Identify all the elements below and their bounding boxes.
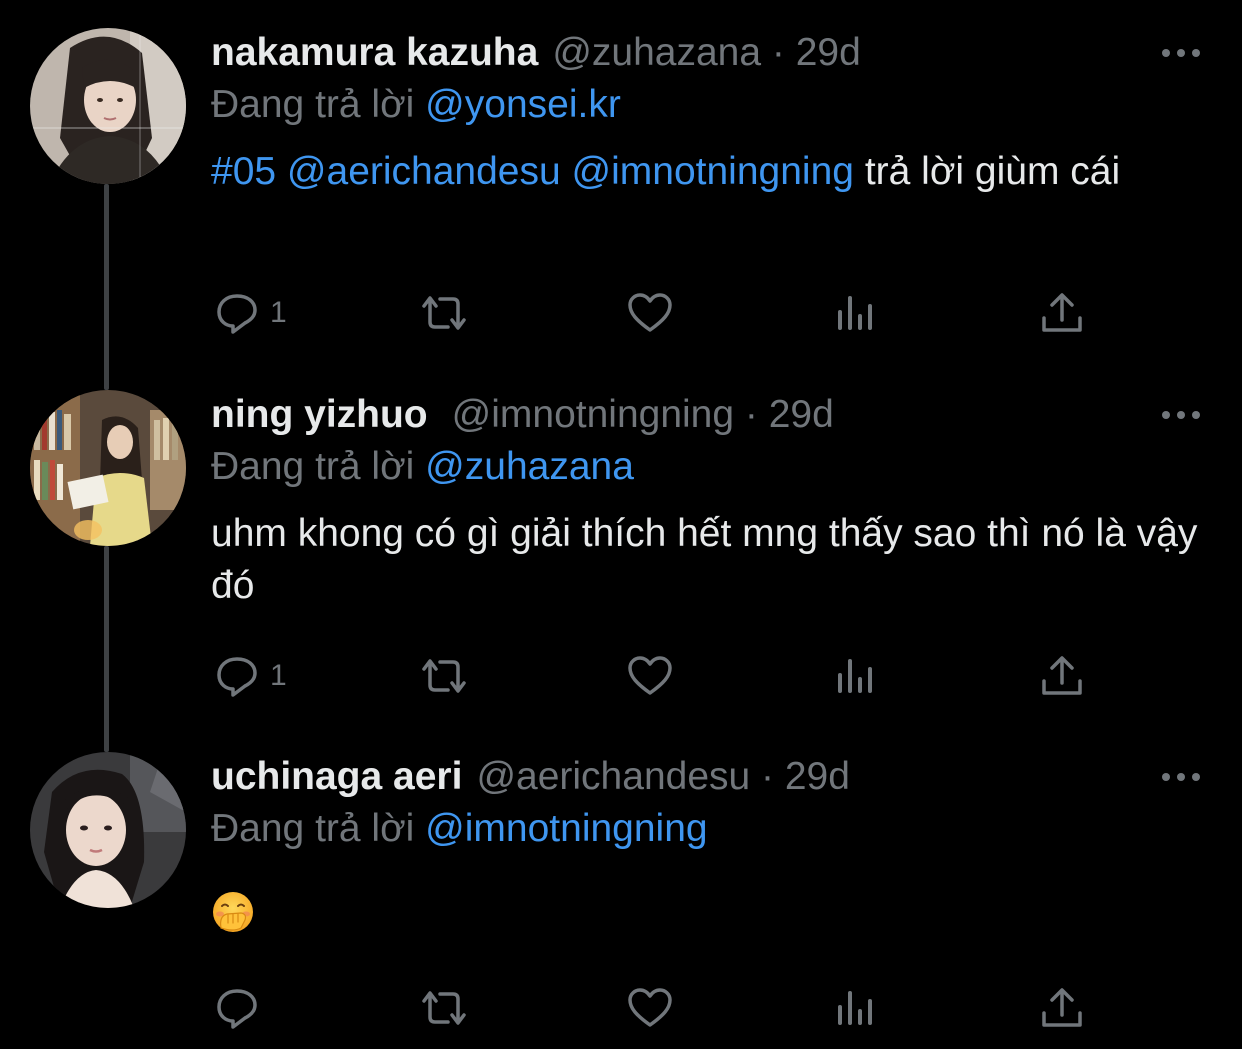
more-icon [1162,49,1200,57]
display-name[interactable]: uchinaga aeri [211,755,462,798]
tweet-header: nakamura kazuha @zuhazana · 29d [211,28,861,78]
retweet-button[interactable] [416,646,472,706]
timestamp[interactable]: · 29d [745,393,834,436]
retweet-icon [422,991,466,1025]
replying-to-mention[interactable]: @imnotningning [425,807,707,850]
replying-to: Đang trả lời @zuhazana [211,442,634,492]
hashtag-link[interactable]: #05 [211,150,276,193]
tweet-header: ning yizhuo @imnotningning · 29d [211,390,834,440]
tweet-actions: 1 [0,646,1242,706]
like-icon [628,988,672,1027]
tweet-text: uhm khong có gì giải thích hết mng thấy … [211,508,1201,612]
replying-label: Đang trả lời [211,83,415,126]
handle[interactable]: @imnotningning [452,393,734,436]
reply-icon [217,989,257,1029]
avatar[interactable] [30,390,186,546]
like-button[interactable] [626,646,674,706]
analytics-button[interactable] [834,646,878,706]
replying-to: Đang trả lời @imnotningning [211,804,708,854]
timestamp[interactable]: · 29d [761,755,850,798]
reply-icon [217,657,257,697]
face-with-hand-over-mouth-emoji-icon [213,892,253,932]
tweet-kazuha[interactable]: nakamura kazuha @zuhazana · 29d Đang trả … [0,28,1242,348]
analytics-icon [838,991,872,1025]
mention-link[interactable]: @imnotningning [572,150,854,193]
tweet-ningning[interactable]: ning yizhuo @imnotningning · 29d Đang trả… [0,390,1242,710]
display-name[interactable]: nakamura kazuha [211,31,538,74]
share-button[interactable] [1040,283,1084,343]
reply-button[interactable] [214,978,270,1038]
analytics-button[interactable] [834,978,878,1038]
more-icon [1162,411,1200,419]
tweet-text: #05 @aerichandesu @imnotningning trả lời… [211,146,1211,198]
more-options-button[interactable] [1156,398,1206,432]
more-icon [1162,773,1200,781]
replying-to-mention[interactable]: @zuhazana [425,445,634,488]
share-button[interactable] [1040,978,1084,1038]
share-icon [1042,656,1082,695]
tweet-actions: 1 [0,283,1242,343]
mention-link[interactable]: @aerichandesu [287,150,561,193]
tweet-text [211,890,255,934]
reply-count: 1 [270,296,287,329]
handle[interactable]: @zuhazana [552,31,761,74]
display-name[interactable]: ning yizhuo [211,393,428,436]
reply-button[interactable]: 1 [214,283,287,343]
share-icon [1042,988,1082,1027]
retweet-button[interactable] [416,978,472,1038]
tweet-aeri[interactable]: uchinaga aeri @aerichandesu · 29d Đang tr… [0,752,1242,1042]
more-options-button[interactable] [1156,36,1206,70]
replying-to-mention[interactable]: @yonsei.kr [425,83,621,126]
tweet-actions [0,978,1242,1038]
tweet-body-text: uhm khong có gì giải thích hết mng thấy … [211,512,1198,607]
reply-count: 1 [270,659,287,692]
like-button[interactable] [626,283,674,343]
replying-label: Đang trả lời [211,445,415,488]
like-icon [628,293,672,332]
retweet-icon [422,296,466,330]
timestamp[interactable]: · 29d [772,31,861,74]
more-options-button[interactable] [1156,760,1206,794]
retweet-icon [422,659,466,693]
share-button[interactable] [1040,646,1084,706]
retweet-button[interactable] [416,283,472,343]
avatar[interactable] [30,28,186,184]
like-icon [628,656,672,695]
share-icon [1042,293,1082,332]
reply-icon [217,294,257,334]
avatar[interactable] [30,752,186,908]
like-button[interactable] [626,978,674,1038]
analytics-icon [838,296,872,330]
reply-button[interactable]: 1 [214,646,287,706]
reply-thread: nakamura kazuha @zuhazana · 29d Đang trả … [0,0,1242,1049]
analytics-button[interactable] [834,283,878,343]
handle[interactable]: @aerichandesu [476,755,750,798]
analytics-icon [838,659,872,693]
tweet-header: uchinaga aeri @aerichandesu · 29d [211,752,850,802]
tweet-body-text: trả lời giùm cái [864,150,1121,193]
replying-to: Đang trả lời @yonsei.kr [211,80,621,130]
replying-label: Đang trả lời [211,807,415,850]
